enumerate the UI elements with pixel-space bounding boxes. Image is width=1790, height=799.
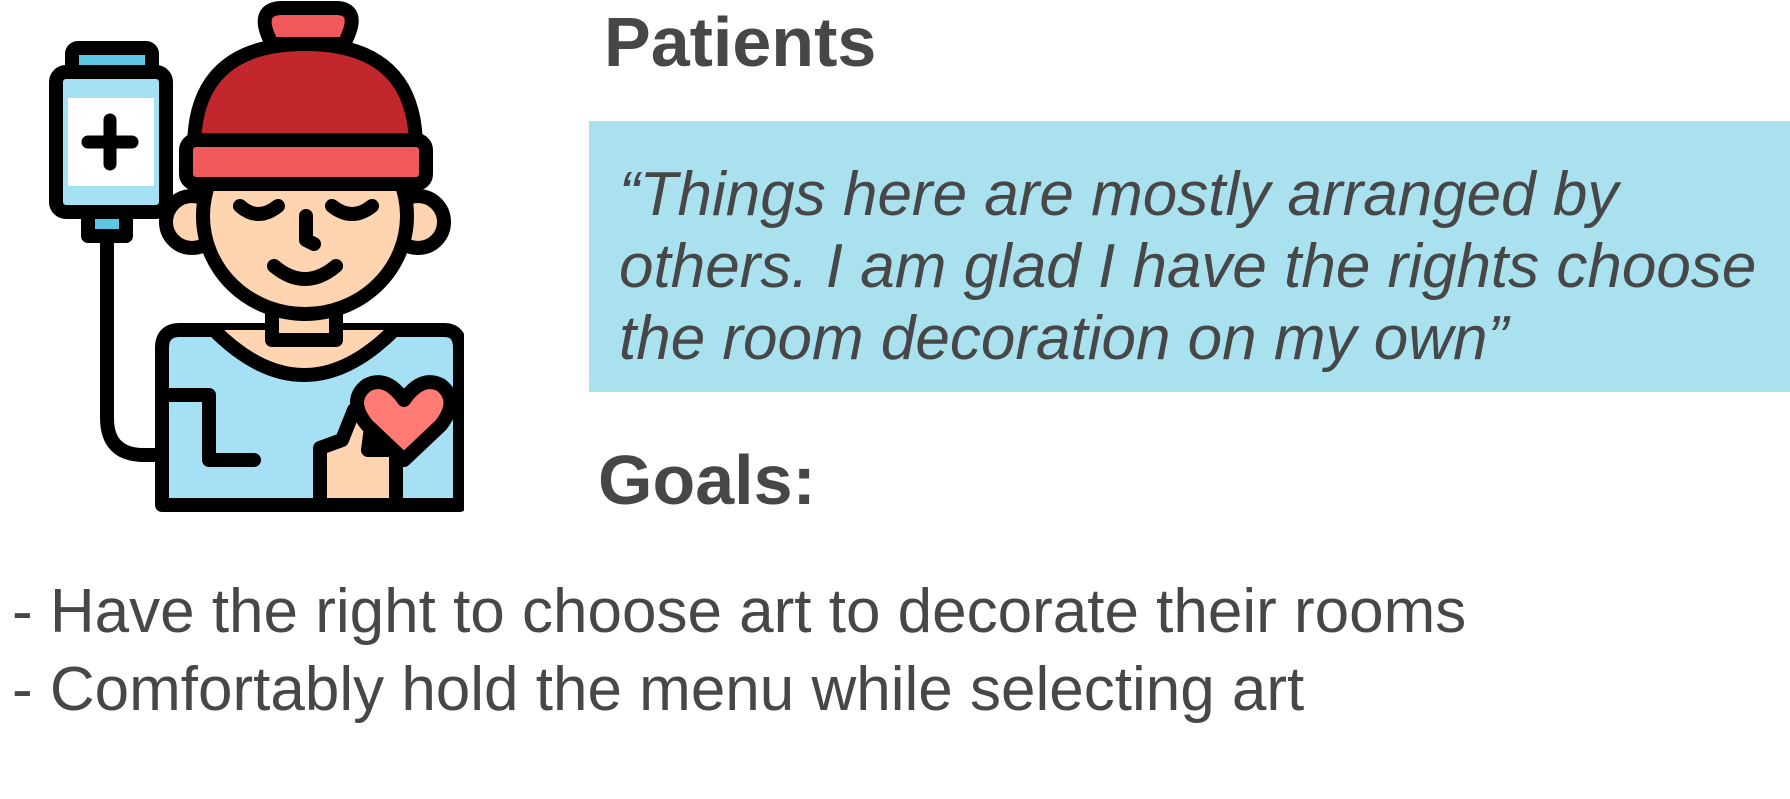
goals-list: - Have the right to choose art to decora… xyxy=(12,573,1466,729)
goal-item: - Have the right to choose art to decora… xyxy=(12,577,1467,646)
persona-quote: “Things here are mostly arranged by othe… xyxy=(619,160,1757,373)
patient-with-iv-drip-icon xyxy=(49,1,464,512)
quote-box: “Things here are mostly arranged by othe… xyxy=(589,121,1790,392)
persona-title: Patients xyxy=(604,3,877,81)
goal-item: - Comfortably hold the menu while select… xyxy=(12,655,1305,724)
goals-heading: Goals: xyxy=(598,441,816,519)
